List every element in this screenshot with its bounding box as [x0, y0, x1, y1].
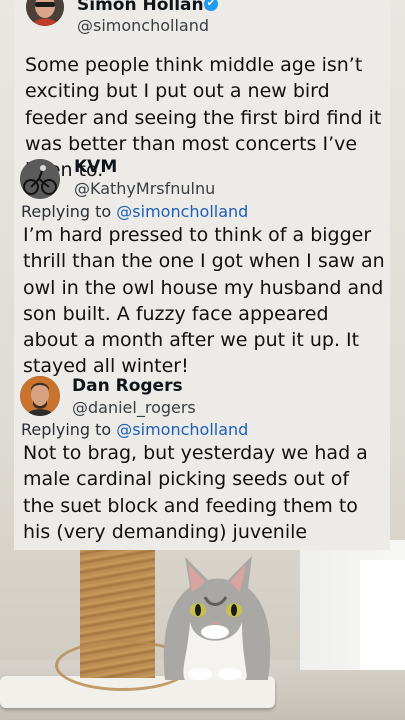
replying-to: Replying to @simoncholland — [21, 420, 248, 440]
user-photo-icon — [20, 376, 60, 416]
replying-to-label: Replying to — [21, 420, 112, 439]
tweet-thread-card: Simon Holland ✔ @simoncholland Some peop… — [14, 0, 390, 550]
replying-to: Replying to @simoncholland — [21, 202, 248, 222]
tweet-text: Not to brag, but yesterday we had a male… — [23, 442, 368, 550]
cat-image — [163, 556, 271, 680]
replying-to-label: Replying to — [21, 202, 112, 221]
author-name[interactable]: KVM — [74, 157, 117, 177]
reply-mention-link[interactable]: @simoncholland — [116, 202, 248, 221]
author-handle[interactable]: @KathyMrsfnulnu — [74, 179, 215, 199]
avatar[interactable] — [20, 376, 60, 416]
cyclist-photo-icon — [20, 159, 60, 199]
avatar[interactable] — [20, 159, 60, 199]
author-name[interactable]: Dan Rogers — [72, 376, 183, 396]
user-photo-icon — [26, 0, 64, 26]
avatar[interactable] — [26, 0, 64, 26]
author-handle[interactable]: @daniel_rogers — [72, 398, 196, 418]
author-handle[interactable]: @simoncholland — [77, 16, 209, 36]
tweet-text: I’m hard pressed to think of a bigger th… — [23, 224, 385, 378]
verified-badge-icon: ✔ — [204, 0, 218, 11]
white-frame — [360, 560, 405, 670]
author-name[interactable]: Simon Holland — [77, 0, 216, 15]
reply-mention-link[interactable]: @simoncholland — [116, 420, 248, 439]
